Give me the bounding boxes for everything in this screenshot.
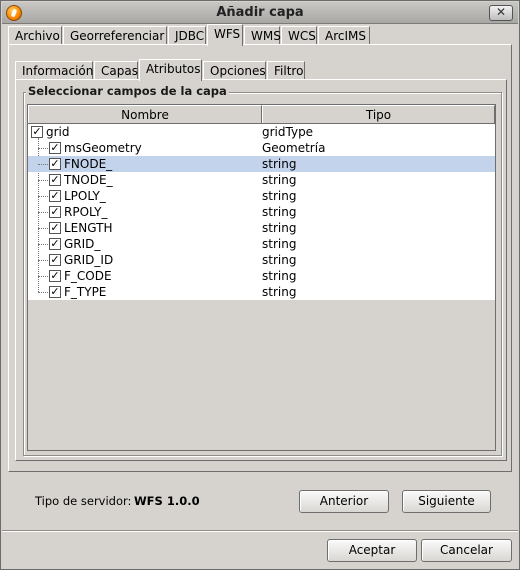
field-type: Geometría (262, 141, 326, 155)
tree-branch (38, 228, 48, 229)
siguiente-button[interactable]: Siguiente (402, 490, 491, 513)
field-checkbox[interactable]: ✓ (49, 254, 61, 266)
field-name: F_TYPE (64, 285, 107, 299)
sub-tab-bar: Información Capas Atributos Opciones Filtro (15, 59, 505, 81)
table-row[interactable]: ✓ FNODE_ string (28, 156, 495, 172)
table-row[interactable]: ✓ GRID_ID string (28, 252, 495, 268)
field-checkbox[interactable]: ✓ (49, 190, 61, 202)
tree-branch (38, 276, 48, 277)
field-name: msGeometry (64, 141, 142, 155)
sub-tab-capas[interactable]: Capas (94, 61, 138, 80)
column-header-tipo[interactable]: Tipo (262, 105, 495, 123)
tree-branch (38, 292, 48, 293)
close-icon: ✕ (495, 5, 507, 19)
field-checkbox[interactable]: ✓ (49, 206, 61, 218)
field-name: TNODE_ (64, 173, 113, 187)
table-row[interactable]: ✓ TNODE_ string (28, 172, 495, 188)
footer-separator (2, 530, 518, 532)
server-type-value: WFS 1.0.0 (134, 494, 200, 508)
server-type-label: Tipo de servidor: (35, 494, 132, 508)
table-header: Nombre Tipo (28, 105, 495, 124)
main-tab-georreferenciar[interactable]: Georreferenciar (63, 26, 167, 45)
table-row[interactable]: ✓ LPOLY_ string (28, 188, 495, 204)
close-button[interactable]: ✕ (489, 5, 513, 21)
tree-branch (38, 148, 48, 149)
field-name: F_CODE (64, 269, 112, 283)
field-name: RPOLY_ (64, 205, 108, 219)
tree-branch (38, 244, 48, 245)
main-tab-arcims[interactable]: ArcIMS (318, 26, 370, 45)
fields-table: Nombre Tipo ✓ grid gridType ✓ msGeometry Geom… (27, 104, 496, 451)
table-body: ✓ grid gridType ✓ msGeometry Geometría ✓ FNODE_… (28, 124, 495, 300)
sub-tab-filtro[interactable]: Filtro (267, 61, 305, 80)
table-row[interactable]: ✓ F_CODE string (28, 268, 495, 284)
anterior-button[interactable]: Anterior (299, 490, 389, 513)
field-name: GRID_ID (64, 253, 114, 267)
field-name: grid (46, 125, 70, 139)
main-tab-wms[interactable]: WMS (244, 26, 281, 45)
sub-tab-informacin[interactable]: Información (15, 61, 93, 80)
field-checkbox[interactable]: ✓ (49, 222, 61, 234)
field-name: LPOLY_ (64, 189, 106, 203)
field-type: string (262, 269, 297, 283)
table-row[interactable]: ✓ msGeometry Geometría (28, 140, 495, 156)
table-row[interactable]: ✓ GRID_ string (28, 236, 495, 252)
table-row[interactable]: ✓ grid gridType (28, 124, 495, 140)
field-type: string (262, 189, 297, 203)
tree-branch (38, 260, 48, 261)
aceptar-button[interactable]: Aceptar (327, 539, 417, 562)
window-title: Añadir capa (216, 5, 304, 20)
field-checkbox[interactable]: ✓ (49, 174, 61, 186)
field-type: string (262, 253, 297, 267)
sub-tab-atributos[interactable]: Atributos (139, 59, 202, 81)
add-layer-dialog: Añadir capa ✕ Archivo Georreferenciar JDBC… (0, 0, 520, 570)
field-type: string (262, 157, 297, 171)
main-tab-bar: Archivo Georreferenciar JDBC WFS WMS WCS ArcIM… (8, 24, 512, 46)
main-tab-jdbc[interactable]: JDBC (168, 26, 206, 45)
main-tab-archivo[interactable]: Archivo (8, 26, 62, 45)
field-type: gridType (262, 125, 314, 139)
field-checkbox[interactable]: ✓ (49, 158, 61, 170)
cancelar-button[interactable]: Cancelar (421, 539, 512, 562)
field-name: GRID_ (64, 237, 101, 251)
field-checkbox[interactable]: ✓ (49, 270, 61, 282)
tree-branch (38, 180, 48, 181)
field-name: LENGTH (64, 221, 113, 235)
fields-group-title: Seleccionar campos de la capa (26, 84, 229, 98)
field-checkbox[interactable]: ✓ (49, 286, 61, 298)
field-type: string (262, 221, 297, 235)
tree-branch (38, 196, 48, 197)
tree-branch (38, 164, 48, 165)
field-type: string (262, 205, 297, 219)
field-type: string (262, 285, 297, 299)
tree-branch (38, 212, 48, 213)
title-bar[interactable]: Añadir capa ✕ (2, 2, 518, 24)
table-row[interactable]: ✓ LENGTH string (28, 220, 495, 236)
field-type: string (262, 237, 297, 251)
column-header-nombre[interactable]: Nombre (28, 105, 262, 123)
field-checkbox[interactable]: ✓ (49, 142, 61, 154)
sub-tab-opciones[interactable]: Opciones (203, 61, 266, 80)
table-row[interactable]: ✓ F_TYPE string (28, 284, 495, 300)
table-row[interactable]: ✓ RPOLY_ string (28, 204, 495, 220)
field-name: FNODE_ (64, 157, 113, 171)
main-tab-wfs[interactable]: WFS (207, 24, 243, 46)
field-checkbox[interactable]: ✓ (31, 126, 43, 138)
field-type: string (262, 173, 297, 187)
field-checkbox[interactable]: ✓ (49, 238, 61, 250)
main-tab-wcs[interactable]: WCS (281, 26, 317, 45)
